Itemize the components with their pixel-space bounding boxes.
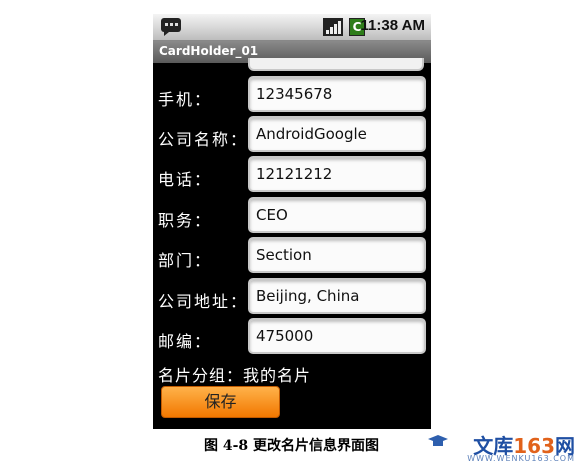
- title-input[interactable]: CEO: [248, 197, 426, 233]
- company-address-input[interactable]: Beijing, China: [248, 278, 426, 314]
- watermark-logo: 文库163网 WWW.WENKU163.COM: [425, 430, 575, 464]
- card-group-row: 名片分组：我的名片: [158, 362, 311, 386]
- graduation-cap-icon: [428, 435, 448, 446]
- phone-input[interactable]: 12121212: [248, 156, 426, 192]
- status-clock: 11:38 AM: [361, 17, 426, 34]
- mobile-input[interactable]: 12345678: [248, 76, 426, 112]
- watermark-url: WWW.WENKU163.COM: [467, 454, 575, 463]
- mobile-label: 手机：: [158, 90, 213, 109]
- phone-screen: C 11:38 AM CardHolder_01 手机： 12345678 公司…: [153, 14, 431, 429]
- signal-icon: [323, 18, 343, 36]
- clock-time: 11:38: [360, 17, 399, 34]
- department-input[interactable]: Section: [248, 237, 426, 273]
- save-button[interactable]: 保存: [161, 386, 280, 418]
- company-address-label: 公司地址：: [158, 292, 249, 311]
- status-bar: C 11:38 AM: [153, 14, 431, 41]
- app-title: CardHolder_01: [159, 44, 259, 58]
- card-group-label: 名片分组：: [158, 366, 244, 385]
- company-name-input[interactable]: AndroidGoogle: [248, 116, 426, 152]
- department-label: 部门：: [158, 251, 213, 270]
- company-name-label: 公司名称：: [158, 130, 249, 149]
- phone-label: 电话：: [158, 170, 213, 189]
- card-group-value: 我的名片: [243, 366, 312, 385]
- title-label: 职务：: [158, 211, 213, 230]
- scrolled-input-edge[interactable]: [248, 58, 424, 71]
- postcode-label: 邮编：: [158, 332, 213, 351]
- postcode-input[interactable]: 475000: [248, 318, 426, 354]
- message-notification-icon[interactable]: [161, 18, 181, 36]
- clock-ampm: AM: [401, 17, 425, 34]
